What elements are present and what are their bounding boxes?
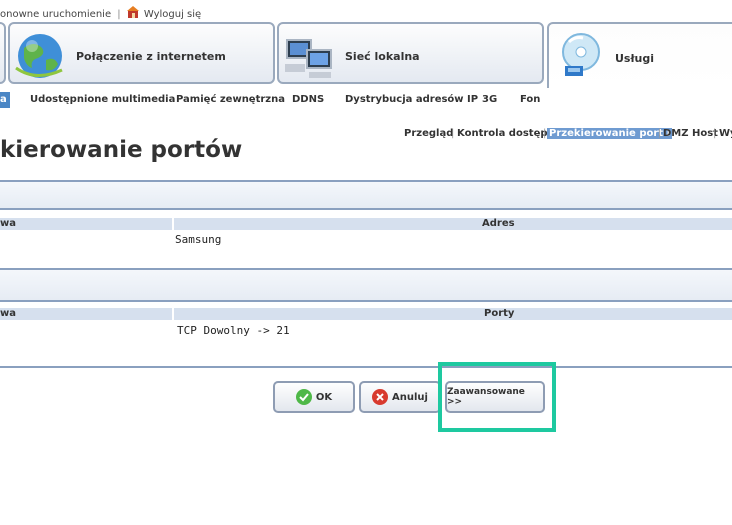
- submenu-bar: a Udostępnione multimedia Pamięć zewnętr…: [0, 92, 732, 108]
- network-computers-icon: [285, 39, 332, 78]
- globe-icon: [15, 34, 63, 78]
- restart-link[interactable]: onowne uruchomienie: [0, 9, 111, 20]
- submenu-item-external-storage[interactable]: Pamięć zewnętrzna: [176, 94, 285, 105]
- tab-lan-label: Sieć lokalna: [345, 50, 420, 63]
- submenu-item-3g[interactable]: 3G: [482, 94, 497, 105]
- nav-separator: |: [658, 128, 662, 139]
- page-title: kierowanie portów: [0, 137, 243, 163]
- nav-port-forwarding[interactable]: Przekierowanie portu: [547, 128, 673, 139]
- highlight-box: [438, 362, 556, 432]
- tab-services-label: Usługi: [615, 52, 655, 65]
- nav-dmz-host[interactable]: DMZ Host: [663, 128, 718, 139]
- tab-partial-left[interactable]: [0, 22, 6, 84]
- submenu-item-fon[interactable]: Fon: [520, 94, 540, 105]
- column-header-ports: Porty: [484, 308, 515, 319]
- ok-button-label: OK: [315, 391, 333, 403]
- ok-button[interactable]: OK: [273, 381, 355, 413]
- services-disc-icon: [562, 33, 600, 76]
- section-header-bar: [0, 270, 732, 302]
- nav-separator: |: [713, 128, 717, 139]
- cancel-x-icon: [372, 389, 389, 405]
- nav-separator: |: [543, 128, 547, 139]
- tab-internet[interactable]: Połączenie z internetem: [8, 22, 275, 84]
- column-header-name: wa: [0, 218, 16, 229]
- submenu-item-multimedia[interactable]: Udostępnione multimedia: [30, 94, 175, 105]
- logout-icon[interactable]: [126, 6, 141, 19]
- divider-line: [0, 366, 732, 368]
- tab-services[interactable]: Usługi: [547, 22, 732, 88]
- submenu-item-ip-distribution[interactable]: Dystrybucja adresów IP: [345, 94, 478, 105]
- nav-separator: |: [451, 128, 455, 139]
- nav-access-control[interactable]: Kontrola dostępu: [457, 128, 555, 139]
- column-divider: [172, 308, 174, 320]
- nav-more[interactable]: Wy: [719, 128, 732, 139]
- table-header: wa Adres: [0, 218, 732, 230]
- section-header-bar: [0, 180, 732, 210]
- nav-overview[interactable]: Przegląd: [404, 128, 453, 139]
- table-cell-ports: TCP Dowolny -> 21: [177, 324, 290, 337]
- logout-link[interactable]: Wyloguj się: [144, 9, 201, 20]
- cancel-button[interactable]: Anuluj: [359, 381, 441, 413]
- submenu-item-active[interactable]: a: [0, 92, 10, 108]
- submenu-item-ddns[interactable]: DDNS: [292, 94, 324, 105]
- column-divider: [172, 218, 174, 230]
- top-links-separator: |: [117, 9, 121, 20]
- check-icon: [295, 389, 312, 405]
- column-header-name: wa: [0, 308, 16, 319]
- top-links: onowne uruchomienie | Wyloguj się: [0, 6, 201, 20]
- tab-lan[interactable]: Sieć lokalna: [277, 22, 544, 84]
- table-header: wa Porty: [0, 308, 732, 320]
- column-header-address: Adres: [482, 218, 515, 229]
- cancel-button-label: Anuluj: [392, 391, 428, 403]
- tab-internet-label: Połączenie z internetem: [76, 50, 226, 63]
- table-cell-address: Samsung: [175, 233, 222, 246]
